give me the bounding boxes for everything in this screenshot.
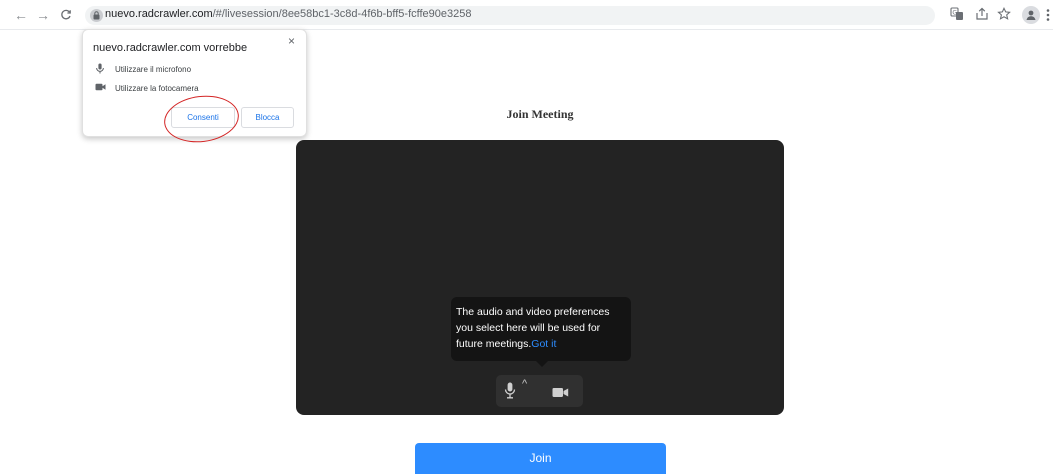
- address-bar[interactable]: nuevo.radcrawler.com/#/livesession/8ee58…: [85, 6, 935, 25]
- permission-item-label: Utilizzare il microfono: [115, 65, 192, 74]
- page-title: Join Meeting: [506, 107, 574, 121]
- reload-icon[interactable]: [57, 6, 75, 24]
- permission-item-microphone: Utilizzare il microfono: [95, 63, 191, 76]
- media-controls: ^: [496, 375, 583, 407]
- browser-toolbar: ← → nuevo.radcrawler.com/#/livesession/8…: [0, 0, 1053, 30]
- camera-icon: [95, 83, 109, 93]
- preferences-tooltip: The audio and video preferences you sele…: [451, 297, 631, 367]
- back-arrow-icon[interactable]: ←: [12, 6, 30, 24]
- got-it-link[interactable]: Got it: [531, 338, 556, 350]
- camera-icon[interactable]: [552, 385, 569, 403]
- bookmark-star-icon[interactable]: [997, 6, 1013, 23]
- permission-item-label: Utilizzare la fotocamera: [115, 83, 199, 93]
- share-icon[interactable]: [975, 7, 991, 23]
- url-text: nuevo.radcrawler.com/#/livesession/8ee58…: [105, 8, 472, 20]
- translate-icon[interactable]: G: [950, 7, 966, 23]
- close-icon[interactable]: ×: [288, 34, 295, 48]
- join-button[interactable]: Join: [415, 443, 666, 474]
- svg-text:G: G: [952, 10, 957, 17]
- lock-icon[interactable]: [90, 9, 103, 22]
- chevron-up-icon[interactable]: ^: [522, 378, 527, 390]
- microphone-icon[interactable]: [504, 382, 516, 404]
- profile-avatar-icon[interactable]: [1022, 6, 1040, 24]
- microphone-icon: [95, 63, 109, 76]
- menu-kebab-icon[interactable]: [1046, 8, 1050, 22]
- video-preview: The audio and video preferences you sele…: [296, 140, 784, 415]
- forward-arrow-icon[interactable]: →: [34, 6, 52, 24]
- permission-popup-title: nuevo.radcrawler.com vorrebbe: [93, 42, 248, 54]
- permission-item-camera: Utilizzare la fotocamera: [95, 83, 199, 93]
